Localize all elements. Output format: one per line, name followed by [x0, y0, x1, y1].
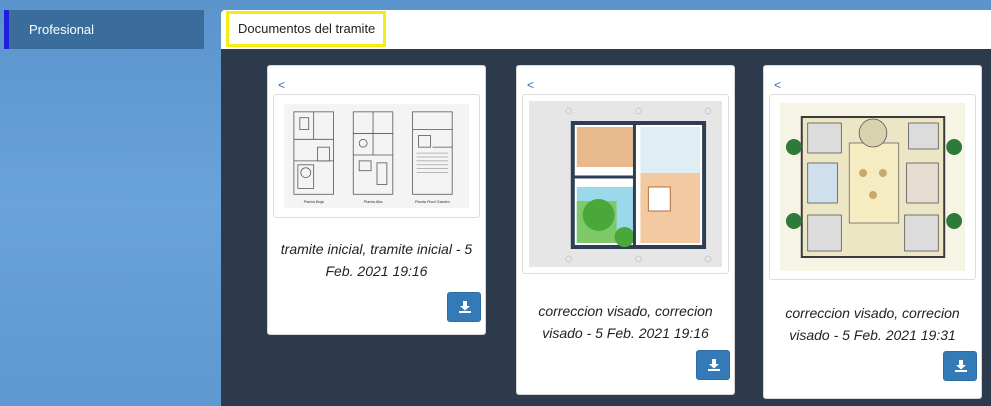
documents-panel: Documentos del tramite < Planta Baja Pla…	[221, 10, 991, 406]
document-thumbnail[interactable]: Planta Baja Planta Alta Planta Roof Garden	[273, 94, 480, 218]
sidebar-item-label: Profesional	[29, 22, 95, 37]
plan-label: Planta Roof Garden	[415, 199, 450, 204]
previous-link[interactable]: <	[527, 78, 534, 92]
previous-link[interactable]: <	[278, 78, 285, 92]
download-button[interactable]	[447, 292, 481, 322]
document-thumbnail[interactable]	[522, 94, 729, 274]
colored-floor-plan-image	[529, 101, 722, 267]
plan-label: Planta Alta	[364, 199, 384, 204]
document-caption: tramite inicial, tramite inicial - 5 Feb…	[280, 241, 473, 279]
sidebar-item-profesional[interactable]: Profesional	[4, 10, 204, 49]
download-icon	[955, 360, 967, 372]
panel-header: Documentos del tramite	[221, 10, 991, 49]
plan-label: Planta Baja	[304, 199, 325, 204]
document-caption: correccion visado, correcion visado - 5 …	[538, 303, 713, 341]
document-card: < correccion visado, correcion visado - …	[516, 65, 735, 395]
download-button[interactable]	[943, 351, 977, 381]
panel-title: Documentos del tramite	[226, 11, 387, 47]
document-card: < correccion visado, correcion visado - …	[763, 65, 982, 399]
previous-link[interactable]: <	[774, 78, 781, 92]
floor-plan-sketch-image: Planta Baja Planta Alta Planta Roof Garden	[284, 104, 469, 208]
document-card: < Planta Baja Planta Alta Planta Roof Ga…	[267, 65, 486, 335]
document-caption: correccion visado, correcion visado - 5 …	[785, 305, 960, 343]
download-icon	[459, 301, 471, 313]
document-thumbnail[interactable]	[769, 94, 976, 280]
furnished-floor-plan-image	[780, 103, 965, 271]
download-button[interactable]	[696, 350, 730, 380]
download-icon	[708, 359, 720, 371]
sidebar: Profesional	[0, 0, 210, 406]
